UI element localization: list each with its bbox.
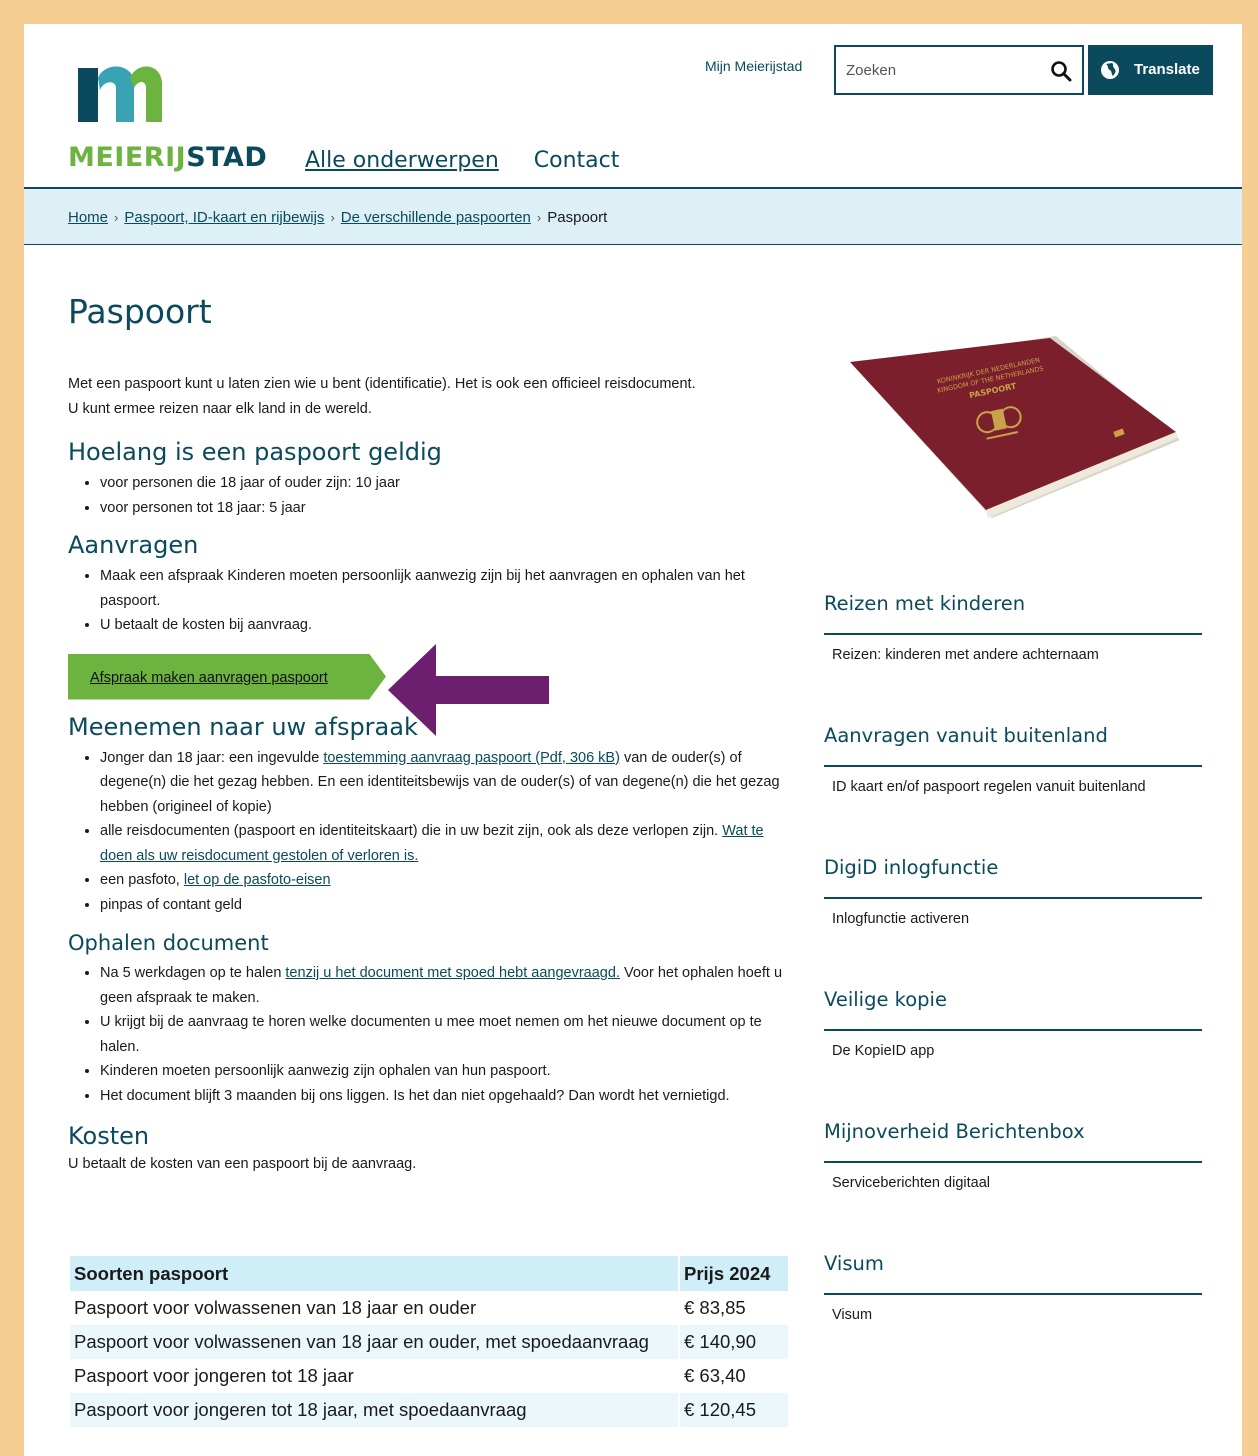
divider bbox=[824, 1161, 1202, 1163]
search-box bbox=[834, 45, 1084, 95]
list-item: Het document blijft 3 maanden bij ons li… bbox=[100, 1084, 788, 1109]
table-cell: € 63,40 bbox=[678, 1359, 788, 1393]
table-row: Paspoort voor volwassenen van 18 jaar en… bbox=[68, 1325, 788, 1359]
table-cell: € 83,85 bbox=[678, 1291, 788, 1325]
sidebar-block-reizen: Reizen met kinderen Reizen: kinderen met… bbox=[824, 584, 1202, 716]
table-header: Prijs 2024 bbox=[678, 1256, 788, 1291]
ophalen-list: Na 5 werkdagen op te halen tenzij u het … bbox=[68, 961, 788, 1108]
table-cell: Paspoort voor jongeren tot 18 jaar, met … bbox=[68, 1393, 679, 1427]
logo-text-green: MEIERIJ bbox=[68, 142, 187, 173]
sidebar-block-digid: DigiD inlogfunctie Inlogfunctie activere… bbox=[824, 848, 1202, 980]
divider bbox=[824, 633, 1202, 635]
table-header-row: Soorten paspoort Prijs 2024 bbox=[68, 1256, 788, 1291]
translate-button[interactable]: Translate bbox=[1088, 45, 1213, 95]
heading-kosten: Kosten bbox=[68, 1122, 150, 1150]
globe-icon bbox=[1101, 61, 1119, 79]
toestemming-pdf-link[interactable]: toestemming aanvraag paspoort (Pdf, 306 … bbox=[323, 750, 620, 766]
search-icon[interactable] bbox=[1050, 60, 1072, 82]
table-row: Paspoort voor volwassenen van 18 jaar en… bbox=[68, 1291, 788, 1325]
divider bbox=[824, 897, 1202, 899]
table-cell: Paspoort voor jongeren tot 18 jaar bbox=[68, 1359, 679, 1393]
logo-text-blue: STAD bbox=[186, 142, 268, 173]
main-nav: Alle onderwerpen Contact bbox=[305, 148, 647, 173]
breadcrumb-home[interactable]: Home bbox=[68, 209, 108, 226]
sidebar-block-kopie: Veilige kopie De KopieID app bbox=[824, 980, 1202, 1112]
breadcrumb-separator: › bbox=[330, 210, 335, 225]
sidebar-heading: Mijnoverheid Berichtenbox bbox=[824, 1120, 1085, 1143]
intro-line-2: U kunt ermee reizen naar elk land in de … bbox=[68, 400, 372, 417]
sidebar-heading: Reizen met kinderen bbox=[824, 592, 1026, 615]
divider bbox=[824, 1029, 1202, 1031]
divider bbox=[824, 765, 1202, 767]
sidebar-heading: Visum bbox=[824, 1252, 884, 1275]
list-item: een pasfoto, let op de pasfoto-eisen bbox=[100, 868, 788, 893]
list-item: Maak een afspraak Kinderen moeten persoo… bbox=[100, 564, 788, 613]
geldig-list: voor personen die 18 jaar of ouder zijn:… bbox=[68, 471, 788, 520]
mijn-meierijstad-link[interactable]: Mijn Meierijstad bbox=[705, 58, 802, 74]
table-cell: € 120,45 bbox=[678, 1393, 788, 1427]
sidebar-block-berichtenbox: Mijnoverheid Berichtenbox Servicebericht… bbox=[824, 1112, 1202, 1244]
afspraak-cta-link[interactable]: Afspraak maken aanvragen paspoort bbox=[90, 666, 328, 691]
sidebar: Reizen met kinderen Reizen: kinderen met… bbox=[824, 584, 1202, 1376]
meierijstad-logo-icon[interactable] bbox=[68, 56, 168, 128]
list-item: Kinderen moeten persoonlijk aanwezig zij… bbox=[100, 1059, 788, 1084]
main-content: Met een paspoort kunt u laten zien wie u… bbox=[68, 372, 788, 1177]
breadcrumb-separator: › bbox=[114, 210, 119, 225]
sidebar-heading: Aanvragen vanuit buitenland bbox=[824, 724, 1108, 747]
page-title: Paspoort bbox=[68, 292, 212, 331]
table-row: Paspoort voor jongeren tot 18 jaar, met … bbox=[68, 1393, 788, 1427]
meenemen-list: Jonger dan 18 jaar: een ingevulde toeste… bbox=[68, 746, 788, 918]
breadcrumb-paspoort-id-rijbewijs[interactable]: Paspoort, ID-kaart en rijbewijs bbox=[124, 209, 324, 226]
sidebar-link-visum[interactable]: Visum bbox=[832, 1307, 872, 1323]
pasfoto-eisen-link[interactable]: let op de pasfoto-eisen bbox=[184, 872, 331, 888]
search-input[interactable] bbox=[844, 61, 1048, 80]
kosten-text: U betaalt de kosten van een paspoort bij… bbox=[68, 1156, 417, 1172]
sidebar-block-visum: Visum Visum bbox=[824, 1244, 1202, 1376]
list-item: alle reisdocumenten (paspoort en identit… bbox=[100, 819, 788, 868]
table-header: Soorten paspoort bbox=[68, 1256, 679, 1291]
sidebar-heading: DigiD inlogfunctie bbox=[824, 856, 999, 879]
sidebar-link-berichtenbox[interactable]: Serviceberichten digitaal bbox=[832, 1175, 990, 1191]
afspraak-cta-button[interactable]: Afspraak maken aanvragen paspoort bbox=[68, 653, 386, 700]
purple-arrow-icon bbox=[388, 644, 549, 736]
translate-label: Translate bbox=[1134, 61, 1200, 78]
nav-alle-onderwerpen[interactable]: Alle onderwerpen bbox=[305, 148, 499, 173]
list-item: Na 5 werkdagen op te halen tenzij u het … bbox=[100, 961, 788, 1010]
breadcrumb: Home › Paspoort, ID-kaart en rijbewijs › De … bbox=[24, 187, 1242, 245]
table-row: Paspoort voor jongeren tot 18 jaar € 63,4… bbox=[68, 1359, 788, 1393]
table-cell: € 140,90 bbox=[678, 1325, 788, 1359]
list-item: U krijgt bij de aanvraag te horen welke … bbox=[100, 1010, 788, 1059]
heading-ophalen: Ophalen document bbox=[68, 931, 269, 955]
passport-image: KONINKRIJK DER NEDERLANDEN KINGDOM OF TH… bbox=[850, 336, 1180, 518]
sidebar-heading: Veilige kopie bbox=[824, 988, 947, 1011]
sidebar-link-reizen[interactable]: Reizen: kinderen met andere achternaam bbox=[832, 647, 1099, 663]
list-item: pinpas of contant geld bbox=[100, 893, 788, 918]
spoed-link[interactable]: tenzij u het document met spoed hebt aan… bbox=[285, 965, 620, 981]
intro-line-1: Met een paspoort kunt u laten zien wie u… bbox=[68, 376, 696, 392]
table-cell: Paspoort voor volwassenen van 18 jaar en… bbox=[68, 1291, 679, 1325]
sidebar-block-buitenland: Aanvragen vanuit buitenland ID kaart en/… bbox=[824, 716, 1202, 848]
breadcrumb-current: Paspoort bbox=[547, 209, 608, 226]
list-item: U betaalt de kosten bij aanvraag. bbox=[100, 613, 788, 638]
sidebar-link-kopie[interactable]: De KopieID app bbox=[832, 1043, 934, 1059]
list-item: voor personen tot 18 jaar: 5 jaar bbox=[100, 496, 788, 521]
logo-wordmark[interactable]: MEIERIJSTAD bbox=[68, 142, 267, 173]
table-cell: Paspoort voor volwassenen van 18 jaar en… bbox=[68, 1325, 679, 1359]
breadcrumb-verschillende-paspoorten[interactable]: De verschillende paspoorten bbox=[341, 209, 531, 226]
aanvragen-list: Maak een afspraak Kinderen moeten persoo… bbox=[68, 564, 788, 638]
list-item: Jonger dan 18 jaar: een ingevulde toeste… bbox=[100, 746, 788, 820]
breadcrumb-separator: › bbox=[536, 210, 542, 225]
nav-contact[interactable]: Contact bbox=[534, 148, 620, 173]
divider bbox=[824, 1293, 1202, 1295]
heading-geldig: Hoelang is een paspoort geldig bbox=[68, 438, 442, 466]
page: MEIERIJSTAD Alle onderwerpen Contact Mij… bbox=[24, 24, 1242, 1456]
sidebar-link-digid[interactable]: Inlogfunctie activeren bbox=[832, 911, 969, 927]
heading-aanvragen: Aanvragen bbox=[68, 531, 199, 559]
price-table: Soorten paspoort Prijs 2024 Paspoort voo… bbox=[68, 1256, 788, 1427]
list-item: voor personen die 18 jaar of ouder zijn:… bbox=[100, 471, 788, 496]
sidebar-link-buitenland[interactable]: ID kaart en/of paspoort regelen vanuit b… bbox=[832, 779, 1146, 795]
